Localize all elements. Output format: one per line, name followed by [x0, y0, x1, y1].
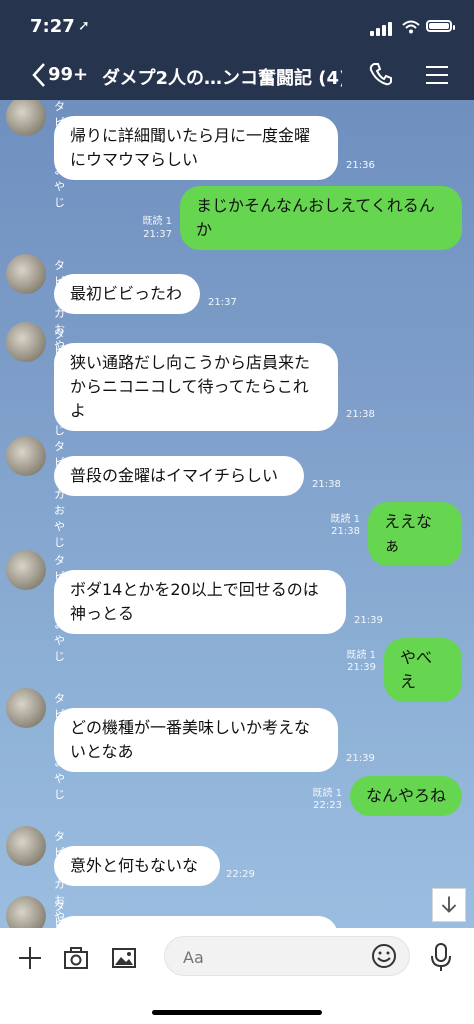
scroll-down-button[interactable] [432, 888, 466, 922]
message-bubble[interactable]: 帰りに詳細聞いたら月に一度金曜にウマウマらしい [54, 116, 338, 180]
avatar[interactable] [6, 688, 46, 728]
message-time: 21:37 [208, 297, 237, 308]
status-time: 7:27 [30, 16, 75, 37]
message-bubble[interactable]: ボダ14とかを20以上で回せるのは神っとる [54, 570, 346, 634]
sender-name: タピオカおやじ [54, 440, 65, 549]
avatar[interactable] [6, 100, 46, 136]
message-bubble[interactable]: 意外と何もないな [54, 846, 220, 886]
message-time: 21:38 [331, 526, 360, 537]
arrow-down-icon [441, 896, 457, 913]
message-time: 21:37 [143, 229, 172, 240]
message-bubble[interactable]: ええなぁ [368, 502, 462, 566]
signal-icon [370, 22, 394, 36]
avatar[interactable] [6, 896, 46, 928]
chat-area[interactable]: タピオカおやじ 帰りに詳細聞いたら月に一度金曜にウマウマらしい 21:36 既読… [0, 100, 474, 928]
message-time: 21:38 [312, 479, 341, 490]
message-bubble[interactable]: 狭い通路だし向こうから店員来たからニコニコして待ってたらこれよ [54, 343, 338, 431]
message-time: 22:23 [313, 800, 342, 811]
message-bubble[interactable]: なんやろね [350, 776, 462, 816]
message-time: 22:29 [226, 869, 255, 880]
message-input-wrapper[interactable] [164, 936, 410, 976]
status-bar: 7:27 ➚ [0, 0, 474, 52]
avatar[interactable] [6, 826, 46, 866]
menu-icon[interactable] [426, 66, 448, 84]
emoji-icon[interactable] [371, 943, 397, 969]
wifi-icon [402, 20, 420, 34]
message-time: 21:39 [347, 662, 376, 673]
read-receipt: 既読 1 [330, 514, 360, 525]
message-time: 21:39 [354, 615, 383, 626]
message-bubble[interactable]: どの機種が一番美味しいか考えないとなあ [54, 708, 338, 772]
chat-title[interactable]: ダメプ2人の…ンコ奮闘記 (4) [102, 64, 342, 90]
location-arrow-icon: ➚ [78, 18, 90, 34]
message-bubble[interactable]: 普段の金曜はイマイチらしい [54, 456, 304, 496]
avatar[interactable] [6, 322, 46, 362]
battery-icon [426, 20, 455, 32]
chat-header: 99+ ダメプ2人の…ンコ奮闘記 (4) [0, 52, 474, 100]
home-indicator [152, 1010, 322, 1015]
message-bubble[interactable]: 最初ビビったわ [54, 274, 200, 314]
message-bubble[interactable] [54, 916, 338, 928]
avatar[interactable] [6, 550, 46, 590]
read-receipt: 既読 1 [312, 788, 342, 799]
read-receipt: 既読 1 [346, 650, 376, 661]
phone-icon[interactable] [368, 61, 394, 87]
avatar[interactable] [6, 254, 46, 294]
read-receipt: 既読 1 [142, 216, 172, 227]
microphone-icon[interactable] [428, 942, 454, 972]
message-time: 21:39 [346, 753, 375, 764]
camera-icon[interactable] [62, 944, 90, 972]
back-count[interactable]: 99+ [48, 64, 88, 85]
header-bar: 7:27 ➚ 99+ ダメプ2人の…ンコ奮闘記 (4) [0, 0, 474, 100]
image-icon[interactable] [110, 944, 138, 972]
plus-icon[interactable] [16, 944, 44, 972]
message-input-bar [0, 928, 474, 1024]
message-bubble[interactable]: まじかそんなんおしえてくれるんか [180, 186, 462, 250]
message-bubble[interactable]: やべえ [384, 638, 462, 702]
message-input[interactable] [181, 945, 375, 969]
avatar[interactable] [6, 436, 46, 476]
message-time: 21:36 [346, 160, 375, 171]
message-time: 21:38 [346, 409, 375, 420]
